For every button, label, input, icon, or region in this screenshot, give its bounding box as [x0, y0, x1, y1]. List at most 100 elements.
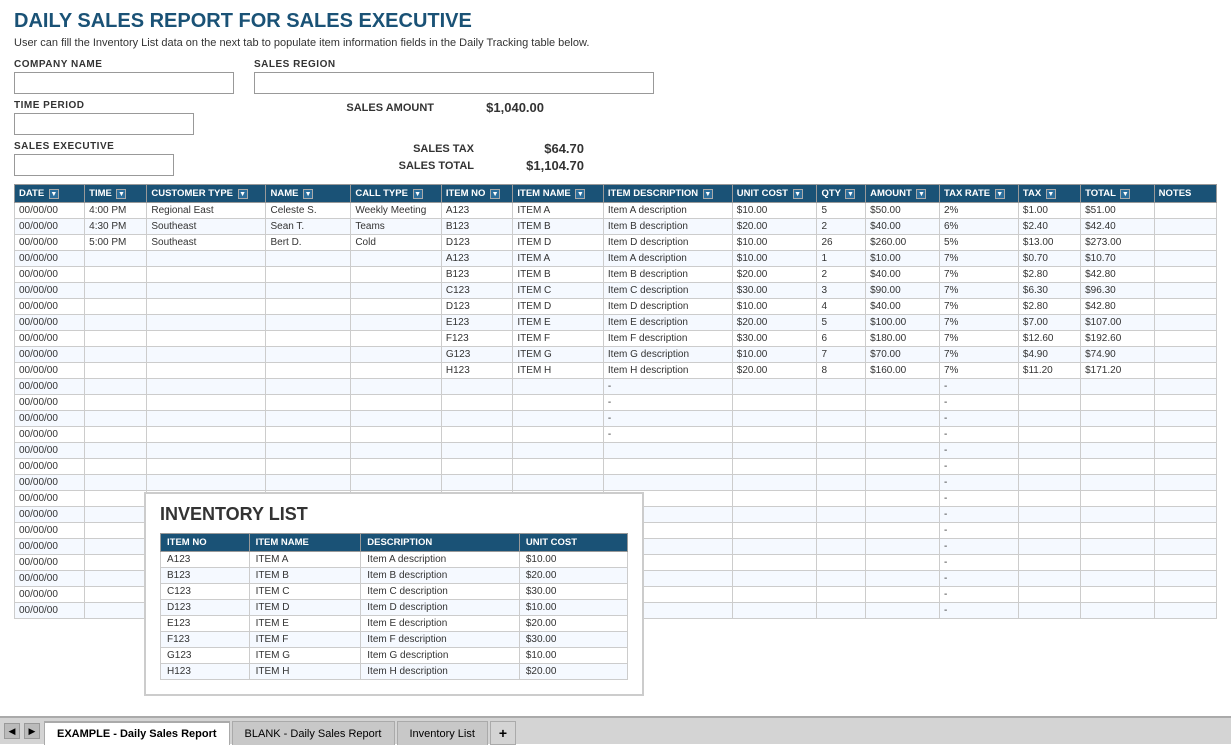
table-cell: - — [940, 475, 1019, 491]
table-cell — [147, 395, 266, 411]
table-cell — [147, 315, 266, 331]
table-cell — [817, 395, 866, 411]
table-cell — [603, 443, 732, 459]
table-row: 00/00/00- — [15, 475, 1217, 491]
table-cell: ITEM B — [513, 219, 604, 235]
table-wrapper: DATE ▼ TIME ▼ CUSTOMER TYPE ▼ NAME ▼ CAL… — [14, 184, 1217, 619]
table-row: 00/00/00- — [15, 443, 1217, 459]
inv-table-cell: ITEM B — [249, 568, 361, 584]
table-cell: E123 — [441, 315, 513, 331]
table-row: 00/00/00H123ITEM HItem H description$20.… — [15, 363, 1217, 379]
table-cell: $10.00 — [732, 235, 817, 251]
tab-prev-button[interactable]: ◀ — [4, 723, 20, 739]
calltype-filter-arrow[interactable]: ▼ — [413, 189, 423, 199]
table-cell: ITEM F — [513, 331, 604, 347]
table-cell: $100.00 — [866, 315, 940, 331]
sales-exec-group: SALES EXECUTIVE — [14, 141, 174, 176]
table-cell: 00/00/00 — [15, 603, 85, 619]
table-cell: H123 — [441, 363, 513, 379]
table-cell: 00/00/00 — [15, 363, 85, 379]
unitcost-filter-arrow[interactable]: ▼ — [793, 189, 803, 199]
table-cell — [732, 491, 817, 507]
table-cell — [266, 283, 351, 299]
itemdesc-filter-arrow[interactable]: ▼ — [703, 189, 713, 199]
table-cell: 00/00/00 — [15, 251, 85, 267]
table-cell: ITEM H — [513, 363, 604, 379]
sales-tax-row: SALES TAX $64.70 — [354, 141, 584, 156]
sales-exec-input[interactable] — [14, 154, 174, 176]
table-cell: ITEM A — [513, 203, 604, 219]
table-cell: 00/00/00 — [15, 539, 85, 555]
table-cell: $40.00 — [866, 219, 940, 235]
time-filter-arrow[interactable]: ▼ — [116, 189, 126, 199]
table-cell: - — [940, 603, 1019, 619]
inv-table-cell: Item E description — [361, 616, 520, 632]
table-cell — [266, 411, 351, 427]
table-cell: 00/00/00 — [15, 283, 85, 299]
inv-table-cell: D123 — [161, 600, 250, 616]
table-cell: 2 — [817, 267, 866, 283]
tab-next-button[interactable]: ▶ — [24, 723, 40, 739]
table-cell: ITEM D — [513, 299, 604, 315]
amount-filter-arrow[interactable]: ▼ — [916, 189, 926, 199]
inv-table-cell: ITEM G — [249, 648, 361, 664]
table-cell — [732, 555, 817, 571]
form-section: COMPANY NAME SALES REGION TIME PERIOD SA… — [14, 59, 1217, 176]
table-cell — [866, 491, 940, 507]
th-tax: TAX ▼ — [1018, 185, 1080, 203]
table-cell — [732, 603, 817, 619]
table-cell: $42.80 — [1081, 299, 1155, 315]
tax-filter-arrow[interactable]: ▼ — [1046, 189, 1056, 199]
table-cell — [817, 523, 866, 539]
table-cell: $30.00 — [732, 283, 817, 299]
sales-region-input[interactable] — [254, 72, 654, 94]
inv-table-row: H123ITEM HItem H description$20.00 — [161, 664, 628, 680]
tab-example-daily[interactable]: EXAMPLE - Daily Sales Report — [44, 721, 230, 745]
table-cell — [1154, 251, 1216, 267]
table-cell: 7% — [940, 267, 1019, 283]
th-tax-rate: TAX RATE ▼ — [940, 185, 1019, 203]
tab-add-button[interactable]: + — [490, 721, 516, 745]
itemno-filter-arrow[interactable]: ▼ — [490, 189, 500, 199]
table-cell — [1154, 507, 1216, 523]
inv-table-cell: C123 — [161, 584, 250, 600]
tab-blank-daily[interactable]: BLANK - Daily Sales Report — [232, 721, 395, 745]
table-cell — [1154, 267, 1216, 283]
total-filter-arrow[interactable]: ▼ — [1120, 189, 1130, 199]
table-cell — [732, 411, 817, 427]
table-cell — [866, 379, 940, 395]
table-row: 00/00/00E123ITEM EItem E description$20.… — [15, 315, 1217, 331]
inv-table-cell: G123 — [161, 648, 250, 664]
table-cell: 00/00/00 — [15, 347, 85, 363]
th-name: NAME ▼ — [266, 185, 351, 203]
table-cell — [147, 363, 266, 379]
table-cell: - — [940, 491, 1019, 507]
table-cell — [866, 571, 940, 587]
custtype-filter-arrow[interactable]: ▼ — [238, 189, 248, 199]
table-cell — [85, 539, 147, 555]
taxrate-filter-arrow[interactable]: ▼ — [995, 189, 1005, 199]
inv-table-cell: ITEM C — [249, 584, 361, 600]
table-cell: 00/00/00 — [15, 299, 85, 315]
table-cell — [85, 603, 147, 619]
tab-inventory-list[interactable]: Inventory List — [397, 721, 488, 745]
table-cell — [266, 331, 351, 347]
table-cell: Teams — [351, 219, 442, 235]
sales-amount-label: SALES AMOUNT — [314, 102, 434, 114]
table-cell: Item E description — [603, 315, 732, 331]
name-filter-arrow[interactable]: ▼ — [303, 189, 313, 199]
itemname-filter-arrow[interactable]: ▼ — [575, 189, 585, 199]
company-name-input[interactable] — [14, 72, 234, 94]
table-cell — [732, 443, 817, 459]
time-period-input[interactable] — [14, 113, 194, 135]
sales-region-group: SALES REGION — [254, 59, 654, 94]
table-cell: - — [940, 443, 1019, 459]
table-cell: 00/00/00 — [15, 427, 85, 443]
th-notes: NOTES — [1154, 185, 1216, 203]
table-cell — [732, 395, 817, 411]
form-row-3: SALES EXECUTIVE SALES TAX $64.70 SALES T… — [14, 141, 1217, 176]
date-filter-arrow[interactable]: ▼ — [49, 189, 59, 199]
table-cell: Item B description — [603, 219, 732, 235]
table-cell: $42.80 — [1081, 267, 1155, 283]
qty-filter-arrow[interactable]: ▼ — [845, 189, 855, 199]
